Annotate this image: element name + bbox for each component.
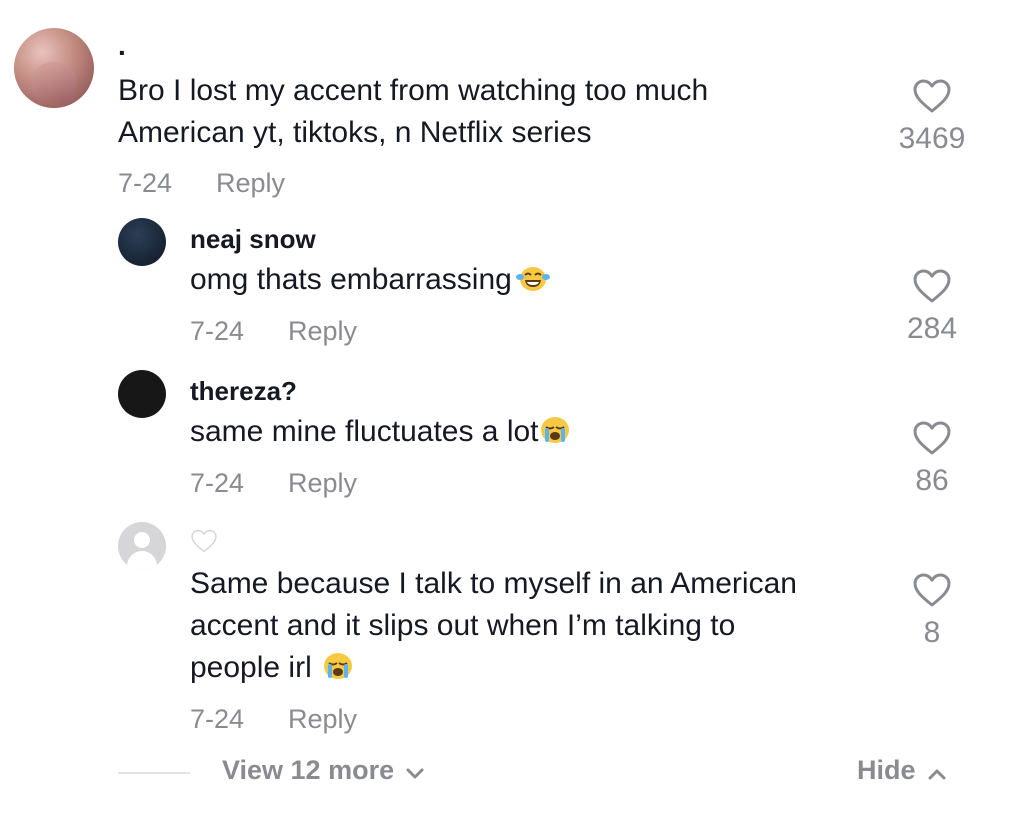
chevron-down-icon: [406, 756, 424, 787]
dark-avatar-icon[interactable]: [118, 370, 166, 418]
photo-avatar-icon[interactable]: [14, 28, 94, 108]
reply-text-line: omg thats embarrassing: [190, 259, 550, 305]
reply-date: 7-24: [190, 468, 245, 498]
like-count: 284: [906, 312, 958, 345]
reply-button[interactable]: Reply: [288, 468, 357, 499]
reply-date: 7-24: [190, 316, 245, 346]
like-count: 86: [915, 464, 949, 497]
reply-text-line: people irl: [190, 647, 354, 693]
reply-text: same mine fluctuates a lot: [190, 415, 539, 448]
reply-text: omg thats embarrassing: [190, 263, 512, 296]
reply-button[interactable]: Reply: [288, 704, 357, 735]
reply-text-line: same mine fluctuates a lot: [190, 411, 571, 457]
loudly-crying-face-icon: [322, 651, 354, 693]
chevron-up-icon: [928, 756, 946, 787]
divider: [118, 772, 190, 774]
view-more-label: View 12 more: [222, 755, 395, 785]
navy-avatar-icon[interactable]: [118, 218, 166, 266]
avatar-body: [127, 551, 157, 570]
loudly-crying-face-icon: [539, 415, 571, 457]
reply-button[interactable]: Reply: [216, 168, 285, 199]
reply-username[interactable]: thereza?: [190, 376, 297, 407]
comment-username[interactable]: .: [118, 30, 126, 62]
hide-button[interactable]: Hide: [857, 755, 946, 787]
reply-date: 7-24: [190, 704, 245, 734]
like-count: 3469: [898, 122, 966, 155]
like-count: 8: [923, 616, 941, 649]
default-avatar-icon[interactable]: [118, 522, 166, 570]
view-more-button[interactable]: View 12 more: [222, 755, 424, 787]
reply-text-line: Same because I talk to myself in an Amer…: [190, 567, 797, 600]
hide-label: Hide: [857, 755, 916, 785]
heart-icon[interactable]: [912, 78, 952, 114]
avatar-head: [134, 532, 150, 548]
reply-text-line: accent and it slips out when I’m talking…: [190, 609, 736, 642]
heart-icon[interactable]: [912, 572, 952, 608]
heart-icon[interactable]: [912, 420, 952, 456]
comment-text-line: Bro I lost my accent from watching too m…: [118, 74, 709, 107]
reply-text: people irl: [190, 651, 312, 684]
heart-icon[interactable]: [912, 268, 952, 304]
face-with-tears-of-joy-icon: [515, 263, 550, 305]
white-heart-icon[interactable]: [190, 528, 218, 554]
comment-text-line: American yt, tiktoks, n Netflix series: [118, 116, 592, 149]
comment-date: 7-24: [118, 168, 173, 198]
reply-button[interactable]: Reply: [288, 316, 357, 347]
reply-username[interactable]: neaj snow: [190, 224, 316, 255]
